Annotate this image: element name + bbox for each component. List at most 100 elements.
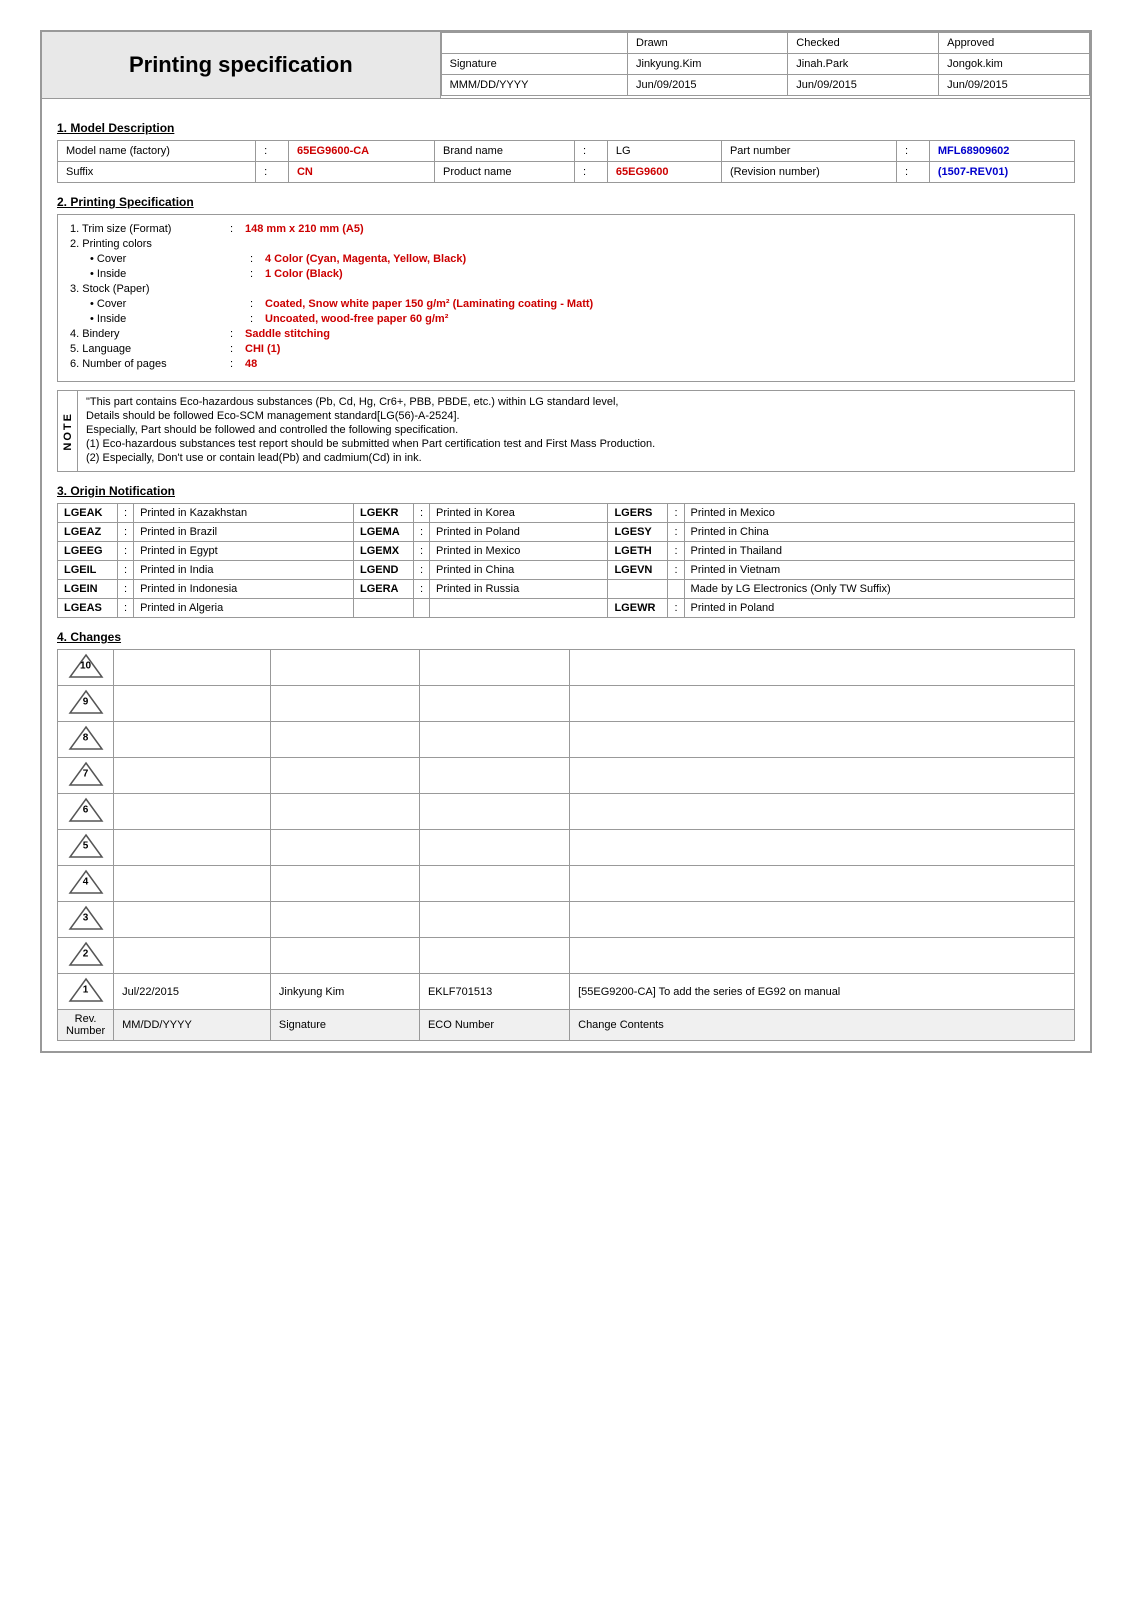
note-line-1: "This part contains Eco-hazardous substa…: [86, 396, 1066, 408]
header-date-label: MMM/DD/YYYY: [441, 75, 627, 96]
header-sig-approved: Jongok.kim: [939, 54, 1090, 75]
changes-contents-7: [570, 902, 1075, 938]
changes-eco-7: [419, 902, 569, 938]
origin-code-3-1: LGEND: [353, 561, 413, 580]
model-suffix-label: Suffix: [58, 162, 256, 183]
changes-contents-1: [570, 686, 1075, 722]
origin-val-5-1: [430, 599, 608, 618]
model-row-1: Model name (factory) : 65EG9600-CA Brand…: [58, 141, 1075, 162]
origin-colon-4-0: :: [118, 580, 134, 599]
origin-colon-3-0: :: [118, 561, 134, 580]
spec-cover-stock: • Cover : Coated, Snow white paper 150 g…: [70, 298, 1062, 310]
spec-trim-colon: :: [230, 223, 245, 235]
spec-cover-color-label: • Cover: [90, 253, 250, 265]
spec-cover-color-value: 4 Color (Cyan, Magenta, Yellow, Black): [265, 253, 466, 265]
model-brand-colon: :: [575, 141, 608, 162]
changes-footer: Rev. Number MM/DD/YYYY Signature ECO Num…: [58, 1010, 1075, 1041]
origin-val-1-2: Printed in China: [684, 523, 1074, 542]
changes-sig-2: [270, 722, 419, 758]
spec-box: 1. Trim size (Format) : 148 mm x 210 mm …: [57, 214, 1075, 382]
model-suffix-value: CN: [288, 162, 434, 183]
origin-row: LGEIL:Printed in IndiaLGEND:Printed in C…: [58, 561, 1075, 580]
section-origin-title: 3. Origin Notification: [57, 484, 1075, 498]
origin-val-3-0: Printed in India: [134, 561, 354, 580]
origin-code-5-1: [353, 599, 413, 618]
origin-code-0-1: LGEKR: [353, 504, 413, 523]
origin-table: LGEAK:Printed in KazakhstanLGEKR:Printed…: [57, 503, 1075, 618]
changes-date-0: [114, 650, 271, 686]
changes-date-4: [114, 794, 271, 830]
changes-contents-6: [570, 866, 1075, 902]
origin-colon-1-0: :: [118, 523, 134, 542]
origin-row: LGEAS:Printed in AlgeriaLGEWR:Printed in…: [58, 599, 1075, 618]
origin-val-1-1: Printed in Poland: [430, 523, 608, 542]
origin-code-5-2: LGEWR: [608, 599, 668, 618]
changes-rev-2: 8: [58, 722, 114, 758]
model-colon-1: :: [256, 141, 289, 162]
changes-eco-8: [419, 938, 569, 974]
changes-sig-0: [270, 650, 419, 686]
spec-colors-label: 2. Printing colors: [70, 238, 230, 250]
changes-date-5: [114, 830, 271, 866]
spec-bindery: 4. Bindery : Saddle stitching: [70, 328, 1062, 340]
origin-val-2-0: Printed in Egypt: [134, 542, 354, 561]
origin-colon-2-1: :: [413, 542, 429, 561]
changes-table: 10 9 8 7: [57, 649, 1075, 1041]
footer-contents-label: Change Contents: [570, 1010, 1075, 1041]
origin-colon-3-2: :: [668, 561, 684, 580]
origin-colon-1-1: :: [413, 523, 429, 542]
changes-contents-3: [570, 758, 1075, 794]
changes-row: 4: [58, 866, 1075, 902]
spec-bindery-label: 4. Bindery: [70, 328, 230, 340]
changes-contents-2: [570, 722, 1075, 758]
spec-inside-color-label: • Inside: [90, 268, 250, 280]
origin-code-2-1: LGEMX: [353, 542, 413, 561]
footer-sig-label: Signature: [270, 1010, 419, 1041]
spec-language-value: CHI (1): [245, 343, 280, 355]
origin-colon-0-1: :: [413, 504, 429, 523]
changes-date-6: [114, 866, 271, 902]
spec-trim-label: 1. Trim size (Format): [70, 223, 230, 235]
model-brand-label: Brand name: [435, 141, 575, 162]
origin-colon-0-2: :: [668, 504, 684, 523]
origin-row: LGEAZ:Printed in BrazilLGEMA:Printed in …: [58, 523, 1075, 542]
changes-sig-8: [270, 938, 419, 974]
spec-inside-stock-colon: :: [250, 313, 265, 325]
origin-val-5-0: Printed in Algeria: [134, 599, 354, 618]
spec-stock-heading: 3. Stock (Paper): [70, 283, 1062, 295]
model-table: Model name (factory) : 65EG9600-CA Brand…: [57, 140, 1075, 183]
footer-eco-label: ECO Number: [419, 1010, 569, 1041]
spec-language: 5. Language : CHI (1): [70, 343, 1062, 355]
origin-row: LGEEG:Printed in EgyptLGEMX:Printed in M…: [58, 542, 1075, 561]
section-changes-title: 4. Changes: [57, 630, 1075, 644]
main-content: 1. Model Description Model name (factory…: [41, 99, 1091, 1052]
spec-cover-stock-label: • Cover: [90, 298, 250, 310]
changes-contents-5: [570, 830, 1075, 866]
note-line-4: (1) Eco-hazardous substances test report…: [86, 438, 1066, 450]
origin-val-1-0: Printed in Brazil: [134, 523, 354, 542]
header-col-approved: Approved: [939, 33, 1090, 54]
model-part-colon: :: [897, 141, 930, 162]
header-info-inner: Drawn Checked Approved Signature Jinkyun…: [441, 32, 1090, 96]
changes-rev-8: 2: [58, 938, 114, 974]
changes-row: 9: [58, 686, 1075, 722]
note-line-5: (2) Especially, Don't use or contain lea…: [86, 452, 1066, 464]
origin-val-3-2: Printed in Vietnam: [684, 561, 1074, 580]
model-product-label: Product name: [435, 162, 575, 183]
changes-sig-4: [270, 794, 419, 830]
origin-code-5-0: LGEAS: [58, 599, 118, 618]
changes-eco-9: EKLF701513: [419, 974, 569, 1010]
spec-pages-label: 6. Number of pages: [70, 358, 230, 370]
header-date-checked: Jun/09/2015: [788, 75, 939, 96]
changes-sig-3: [270, 758, 419, 794]
model-brand-value: LG: [607, 141, 721, 162]
changes-contents-8: [570, 938, 1075, 974]
changes-sig-9: Jinkyung Kim: [270, 974, 419, 1010]
changes-row: 6: [58, 794, 1075, 830]
origin-colon-0-0: :: [118, 504, 134, 523]
spec-cover-color: • Cover : 4 Color (Cyan, Magenta, Yellow…: [70, 253, 1062, 265]
origin-colon-5-0: :: [118, 599, 134, 618]
note-side-label: NOTE: [58, 391, 78, 471]
spec-bindery-value: Saddle stitching: [245, 328, 330, 340]
origin-code-3-2: LGEVN: [608, 561, 668, 580]
